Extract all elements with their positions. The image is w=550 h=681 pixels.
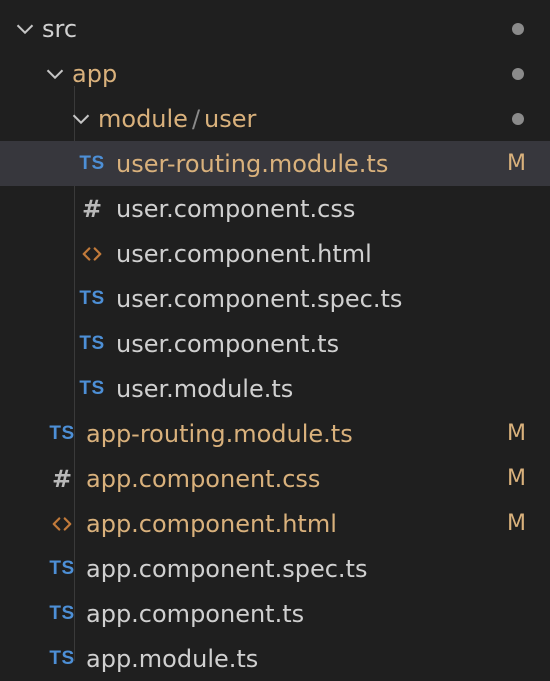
file-label: user.component.html (116, 240, 372, 268)
file-label: app-routing.module.ts (86, 420, 353, 448)
file-label: user.module.ts (116, 375, 293, 403)
folder-label-user: user (204, 105, 256, 133)
dirty-dot-icon (512, 23, 524, 35)
typescript-icon: TS (76, 378, 108, 400)
html-icon (46, 513, 78, 535)
file-label: app.component.spec.ts (86, 555, 367, 583)
git-modified-badge: M (507, 141, 526, 186)
typescript-icon: TS (46, 423, 78, 445)
git-modified-badge: M (507, 501, 526, 546)
file-user-component-css[interactable]: # user.component.css (0, 186, 550, 231)
file-label: user.component.css (116, 195, 355, 223)
file-label: app.module.ts (86, 645, 258, 673)
folder-label: app (72, 60, 117, 88)
file-app-module-ts[interactable]: TS app.module.ts (0, 636, 550, 681)
git-modified-badge: M (507, 411, 526, 456)
folder-app[interactable]: app (0, 51, 550, 96)
chevron-down-icon (44, 63, 66, 85)
folder-label-module: module (98, 105, 188, 133)
file-user-component-ts[interactable]: TS user.component.ts (0, 321, 550, 366)
dirty-dot-icon (512, 68, 524, 80)
typescript-icon: TS (46, 558, 78, 580)
file-label: app.component.ts (86, 600, 304, 628)
typescript-icon: TS (76, 153, 108, 175)
file-label: user.component.spec.ts (116, 285, 402, 313)
file-user-module-ts[interactable]: TS user.module.ts (0, 366, 550, 411)
file-label: user-routing.module.ts (116, 150, 388, 178)
typescript-icon: TS (46, 603, 78, 625)
chevron-down-icon (70, 108, 92, 130)
typescript-icon: TS (46, 648, 78, 670)
folder-label: src (42, 15, 77, 43)
css-hash-icon: # (46, 465, 78, 493)
typescript-icon: TS (76, 333, 108, 355)
file-app-component-spec-ts[interactable]: TS app.component.spec.ts (0, 546, 550, 591)
file-label: app.component.css (86, 465, 320, 493)
folder-src[interactable]: src (0, 6, 550, 51)
file-app-component-ts[interactable]: TS app.component.ts (0, 591, 550, 636)
typescript-icon: TS (76, 288, 108, 310)
file-user-component-spec-ts[interactable]: TS user.component.spec.ts (0, 276, 550, 321)
css-hash-icon: # (76, 195, 108, 223)
file-user-component-html[interactable]: user.component.html (0, 231, 550, 276)
chevron-down-icon (14, 18, 36, 40)
git-modified-badge: M (507, 456, 526, 501)
file-label: user.component.ts (116, 330, 339, 358)
file-app-component-html[interactable]: app.component.html M (0, 501, 550, 546)
file-user-routing-module-ts[interactable]: TS user-routing.module.ts M (0, 141, 550, 186)
html-icon (76, 243, 108, 265)
folder-module-user[interactable]: module / user (0, 96, 550, 141)
file-app-component-css[interactable]: # app.component.css M (0, 456, 550, 501)
dirty-dot-icon (512, 113, 524, 125)
file-label: app.component.html (86, 510, 337, 538)
file-app-routing-module-ts[interactable]: TS app-routing.module.ts M (0, 411, 550, 456)
file-explorer-tree: src app module / user TS user-routing.mod… (0, 0, 550, 681)
path-separator: / (192, 105, 200, 133)
